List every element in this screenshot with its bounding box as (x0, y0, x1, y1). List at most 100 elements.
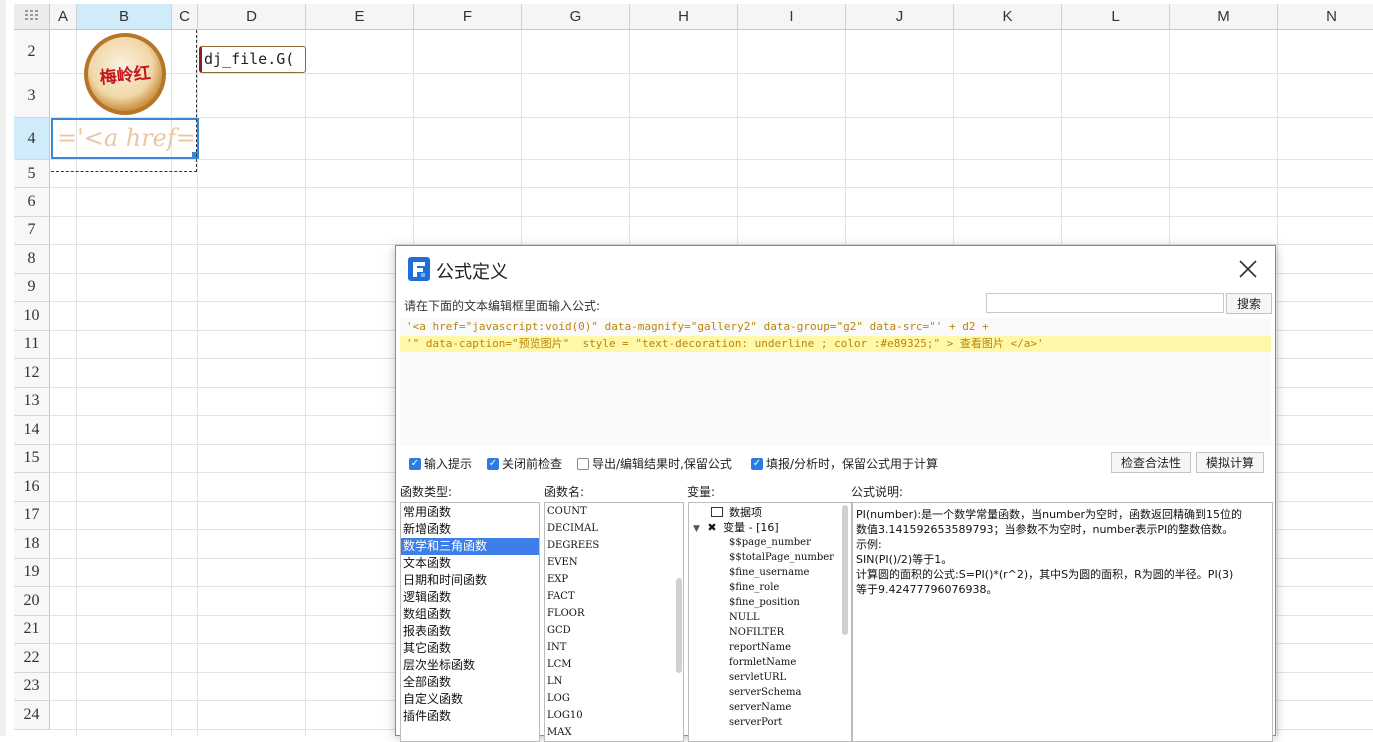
checkbox-checked-icon[interactable]: ✓ (487, 457, 499, 470)
row-header-20[interactable]: 20 (14, 587, 50, 616)
func-name-item[interactable]: EVEN (545, 554, 683, 571)
row-header-23[interactable]: 23 (14, 672, 50, 701)
variable-item[interactable]: $fine_username (689, 565, 851, 580)
func-name-item[interactable]: FLOOR (545, 605, 683, 622)
row-header-9[interactable]: 9 (14, 273, 50, 302)
row-header-17[interactable]: 17 (14, 501, 50, 530)
variable-item[interactable]: NOFILTER (689, 625, 851, 640)
func-name-item[interactable]: DECIMAL (545, 520, 683, 537)
row-header-3[interactable]: 3 (14, 74, 50, 118)
func-type-item[interactable]: 文本函数 (401, 555, 539, 572)
select-all-corner[interactable] (14, 4, 50, 30)
simulate-button[interactable]: 模拟计算 (1196, 452, 1264, 473)
option-1[interactable]: ✓ 输入提示 (409, 455, 472, 472)
row-header-8[interactable]: 8 (14, 245, 50, 274)
func-type-item[interactable]: 常用函数 (401, 504, 539, 521)
variable-item[interactable]: $fine_position (689, 595, 851, 610)
option-4[interactable]: ✓ 填报/分析时，保留公式用于计算 (751, 455, 938, 472)
variable-item[interactable]: reportName (689, 640, 851, 655)
row-header-21[interactable]: 21 (14, 615, 50, 644)
expand-arrow-icon[interactable]: ▼ (693, 524, 700, 534)
func-type-item[interactable]: 新增函数 (401, 521, 539, 538)
checkbox-checked-icon[interactable]: ✓ (751, 457, 763, 470)
col-header-g[interactable]: G (522, 4, 630, 30)
func-type-item[interactable]: 报表函数 (401, 623, 539, 640)
func-name-item[interactable]: GCD (545, 622, 683, 639)
func-name-item[interactable]: LOG (545, 690, 683, 707)
var-tree-scrollbar[interactable] (842, 505, 848, 635)
func-name-item[interactable]: DEGREES (545, 537, 683, 554)
row-header-2[interactable]: 2 (14, 30, 50, 74)
row-header-5[interactable]: 5 (14, 160, 50, 188)
func-name-item[interactable]: MAX (545, 724, 683, 741)
func-name-item[interactable]: LOG10 (545, 707, 683, 724)
row-header-18[interactable]: 18 (14, 530, 50, 559)
close-icon[interactable] (1237, 258, 1259, 280)
variable-item[interactable]: serverName (689, 700, 851, 715)
tree-data-item[interactable]: 数据项 (689, 505, 851, 520)
func-type-item[interactable]: 其它函数 (401, 640, 539, 657)
func-type-item[interactable]: 自定义函数 (401, 691, 539, 708)
variable-item[interactable]: servletURL (689, 670, 851, 685)
func-type-item[interactable]: 数组函数 (401, 606, 539, 623)
checkbox-unchecked-icon[interactable] (577, 457, 589, 470)
search-button[interactable]: 搜索 (1226, 293, 1272, 314)
variable-item[interactable]: $$page_number (689, 535, 851, 550)
spreadsheet[interactable]: ABCDEFGHIJKLMN 2 3 4 5 6 7 8 9 10 11 12 13 14 15 16 17 1… (0, 0, 1373, 742)
col-header-c[interactable]: C (172, 4, 198, 30)
col-header-i[interactable]: I (738, 4, 846, 30)
func-type-item[interactable]: 数学和三角函数 (401, 538, 539, 555)
variable-item[interactable]: formletName (689, 655, 851, 670)
func-name-item[interactable]: FACT (545, 588, 683, 605)
func-type-item[interactable]: 层次坐标函数 (401, 657, 539, 674)
row-header-6[interactable]: 6 (14, 188, 50, 217)
func-name-item[interactable]: COUNT (545, 503, 683, 520)
formula-editor[interactable]: '<a href="javascript:void(0)" data-magni… (400, 318, 1271, 446)
col-header-f[interactable]: F (414, 4, 522, 30)
col-header-m[interactable]: M (1170, 4, 1278, 30)
formula-dialog[interactable]: 公式定义 请在下面的文本编辑框里面输入公式: 搜索 '<a href="java… (395, 245, 1276, 742)
row-header-22[interactable]: 22 (14, 644, 50, 673)
row-header-4[interactable]: 4 (14, 118, 50, 160)
variable-item[interactable]: serverPort (689, 715, 851, 730)
col-header-a[interactable]: A (50, 4, 77, 30)
search-input[interactable] (986, 293, 1224, 313)
func-name-item[interactable]: LCM (545, 656, 683, 673)
func-name-list[interactable]: COUNT DECIMAL DEGREES EVEN EXP FACT FLOOR GCD IN… (544, 502, 684, 742)
row-header-11[interactable]: 11 (14, 330, 50, 359)
func-type-item[interactable]: 日期和时间函数 (401, 572, 539, 589)
check-validity-button[interactable]: 检查合法性 (1111, 452, 1191, 473)
col-header-e[interactable]: E (306, 4, 414, 30)
row-header-24[interactable]: 24 (14, 701, 50, 730)
func-name-item[interactable]: INT (545, 639, 683, 656)
func-type-list[interactable]: 常用函数 新增函数 数学和三角函数 文本函数 日期和时间函数 逻辑函数 数组函数 报表函数 其它… (400, 502, 540, 742)
row-header-7[interactable]: 7 (14, 216, 50, 245)
row-header-10[interactable]: 10 (14, 302, 50, 331)
row-header-15[interactable]: 15 (14, 444, 50, 473)
func-name-item[interactable]: LN (545, 673, 683, 690)
col-header-b[interactable]: B (77, 4, 172, 30)
col-header-h[interactable]: H (630, 4, 738, 30)
row-header-19[interactable]: 19 (14, 558, 50, 587)
func-type-item[interactable]: 全部函数 (401, 674, 539, 691)
tree-var-group[interactable]: ▼ ✖ 变量 - [16] (689, 520, 851, 535)
variable-item[interactable]: NULL (689, 610, 851, 625)
col-header-j[interactable]: J (846, 4, 954, 30)
row-header-16[interactable]: 16 (14, 473, 50, 502)
func-type-item[interactable]: 插件函数 (401, 708, 539, 725)
option-2[interactable]: ✓ 关闭前检查 (487, 455, 562, 472)
col-header-l[interactable]: L (1062, 4, 1170, 30)
row-header-13[interactable]: 13 (14, 387, 50, 416)
col-header-n[interactable]: N (1278, 4, 1373, 30)
row-header-14[interactable]: 14 (14, 416, 50, 445)
row-header-12[interactable]: 12 (14, 359, 50, 388)
variable-item[interactable]: $$totalPage_number (689, 550, 851, 565)
checkbox-checked-icon[interactable]: ✓ (409, 457, 421, 470)
option-3[interactable]: 导出/编辑结果时,保留公式 (577, 455, 732, 472)
func-name-item[interactable]: EXP (545, 571, 683, 588)
func-type-item[interactable]: 逻辑函数 (401, 589, 539, 606)
func-list-scrollbar[interactable] (676, 578, 682, 673)
col-header-d[interactable]: D (198, 4, 306, 30)
cell-d2[interactable]: dj_file.G( (199, 46, 306, 73)
variable-item[interactable]: serverSchema (689, 685, 851, 700)
